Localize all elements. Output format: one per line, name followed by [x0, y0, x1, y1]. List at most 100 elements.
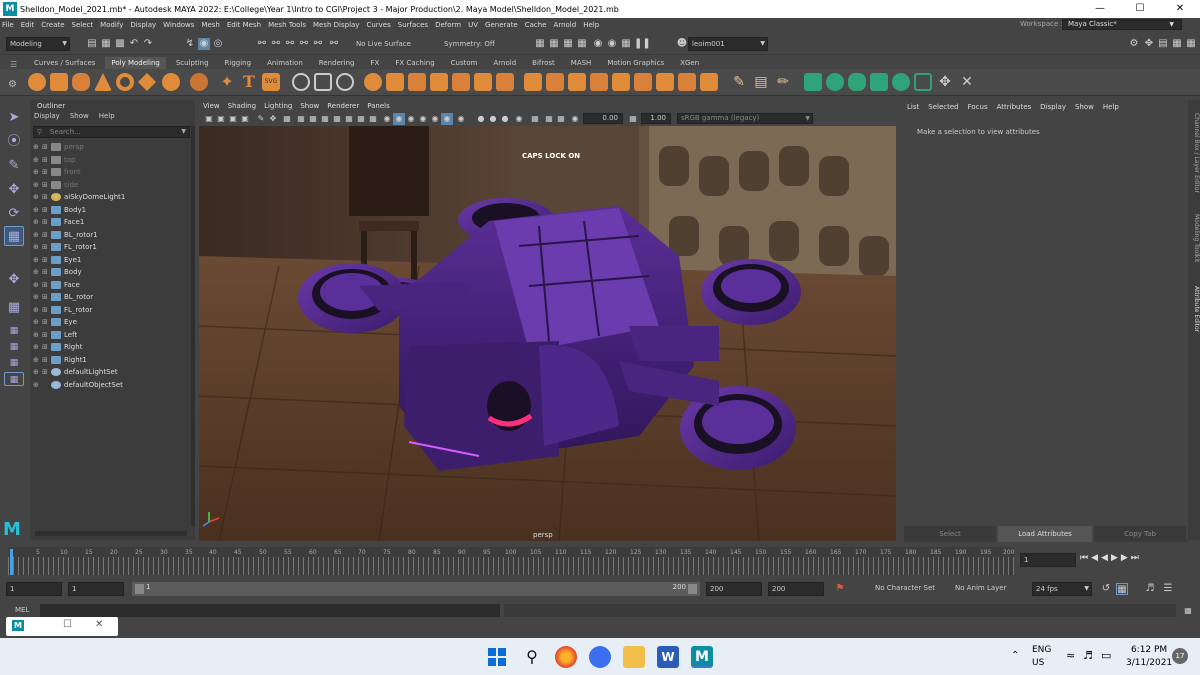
fps-select[interactable]: 24 fps ▼ [1032, 582, 1092, 596]
shelf-tab-mash[interactable]: MASH [565, 57, 598, 69]
shelf-tab-fx[interactable]: FX [365, 57, 386, 69]
tab-channel-box[interactable]: Channel Box / Layer Editor [1188, 108, 1200, 198]
expand-icon[interactable]: ⊕ [33, 343, 42, 351]
outliner-item[interactable]: ⊕ ⊞ Body1 [30, 204, 195, 217]
gate-mask-icon[interactable]: ▦ [319, 113, 331, 125]
merge-icon[interactable] [524, 73, 542, 91]
expand-icon[interactable]: ⊕ [33, 318, 42, 326]
minimized-window[interactable]: M ☐ ✕ [6, 617, 118, 636]
render-settings-icon[interactable]: ▦ [576, 38, 588, 50]
outliner-item[interactable]: ⊕ ⊞ front [30, 166, 195, 179]
expand-icon[interactable]: ⊕ [33, 381, 42, 389]
chamfer-icon[interactable] [634, 73, 652, 91]
exposure-icon[interactable]: ▦ [529, 113, 541, 125]
word-icon[interactable]: W [657, 646, 679, 668]
auto-key-icon[interactable]: ⚑ [834, 583, 846, 595]
camera-icon[interactable]: ▣ [203, 113, 215, 125]
expand-icon[interactable]: ⊕ [33, 368, 42, 376]
platonic-solid-icon[interactable] [190, 73, 208, 91]
step-back-key-icon[interactable]: ◀ [1091, 553, 1101, 563]
step-forward-key-icon[interactable]: ▶ [1121, 553, 1131, 563]
use-all-lights-icon[interactable]: ◉ [405, 113, 417, 125]
settings-icon[interactable]: ⚙ [1128, 38, 1140, 50]
poly-sphere-icon[interactable] [28, 73, 46, 91]
outliner-item[interactable]: ⊕ ⊞ FL_rotor [30, 304, 195, 317]
attr-menu-display[interactable]: Display [1040, 100, 1066, 114]
shelf-tab-poly-modeling[interactable]: Poly Modeling [105, 57, 166, 69]
viewport-menu-panels[interactable]: Panels [367, 100, 390, 112]
wireframe-icon[interactable]: ▦ [367, 113, 379, 125]
attr-menu-show[interactable]: Show [1075, 100, 1094, 114]
expand-icon[interactable]: ⊞ [42, 168, 51, 176]
menu-arnold[interactable]: Arnold [554, 21, 577, 29]
gamma-field[interactable]: 1.00 [641, 113, 671, 124]
fill-hole-icon[interactable] [496, 73, 514, 91]
play-forward-icon[interactable]: ▶ [1111, 553, 1121, 563]
poly-type-icon[interactable]: T [240, 73, 258, 91]
shadows-icon[interactable]: ◉ [417, 113, 429, 125]
file-explorer-icon[interactable] [623, 646, 645, 668]
undo-icon[interactable]: ↶ [128, 38, 140, 50]
snap-surface-icon[interactable]: ⚯ [328, 38, 340, 50]
menu-generate[interactable]: Generate [485, 21, 518, 29]
shelf-tab-fx-caching[interactable]: FX Caching [389, 57, 440, 69]
shelf-tab-xgen[interactable]: XGen [674, 57, 705, 69]
persp-outliner-layout-icon[interactable]: ▦ [4, 356, 24, 370]
attr-menu-help[interactable]: Help [1103, 100, 1119, 114]
circularize-icon[interactable] [568, 73, 586, 91]
film-gate-icon[interactable]: ▦ [295, 113, 307, 125]
go-to-end-icon[interactable]: ⏭ [1131, 553, 1142, 563]
expand-icon[interactable]: ⊕ [33, 306, 42, 314]
grease-pencil-icon[interactable]: ✎ [255, 113, 267, 125]
outliner-scrollbar[interactable] [191, 126, 195, 526]
volume-icon[interactable]: ♬ [1083, 649, 1093, 662]
expand-icon[interactable]: ⊞ [42, 143, 51, 151]
snap-view-plane-icon[interactable]: ⚯ [298, 38, 310, 50]
time-slider[interactable]: 5 10 15 20 25 30 35 40 45 50 55 60 65 70… [0, 547, 1200, 576]
expand-icon[interactable]: ⊕ [33, 218, 42, 226]
range-start-handle[interactable] [135, 584, 144, 594]
expand-icon[interactable]: ⊕ [33, 156, 42, 164]
hypershade-icon[interactable]: ◉ [592, 38, 604, 50]
menu-curves[interactable]: Curves [366, 21, 390, 29]
camera-attributes-icon[interactable]: ▣ [215, 113, 227, 125]
script-editor-icon[interactable]: ▦ [1182, 605, 1194, 617]
expand-icon[interactable]: ⊞ [42, 343, 51, 351]
uv-spherical-icon[interactable] [848, 73, 866, 91]
outliner-item[interactable]: ⊕ ⊞ Face [30, 279, 195, 292]
snap-live-icon[interactable]: ⚯ [312, 38, 324, 50]
textured-icon[interactable]: ◉ [393, 113, 405, 125]
user-account-select[interactable]: leoim001 ▼ [688, 37, 768, 51]
expand-icon[interactable]: ⊞ [42, 243, 51, 251]
outliner-item[interactable]: ⊕ ⊞ Right1 [30, 354, 195, 367]
expand-icon[interactable]: ⊞ [42, 356, 51, 364]
outliner-h-scrollbar[interactable] [35, 531, 187, 536]
playback-start-field[interactable]: 1 [68, 582, 124, 596]
cache-playback-icon[interactable]: ▦ [1116, 583, 1128, 595]
triangulate-icon[interactable] [590, 73, 608, 91]
tab-attribute-editor[interactable]: Attribute Editor [1188, 282, 1200, 337]
shelf-tab-custom[interactable]: Custom [445, 57, 484, 69]
uv-planar-icon[interactable] [804, 73, 822, 91]
menu-uv[interactable]: UV [468, 21, 478, 29]
shelf-options-icon[interactable]: ⚙ [8, 79, 17, 90]
render-view-icon[interactable]: ▦ [620, 38, 632, 50]
outliner-search-input[interactable]: ⚲ Search... ▼ [33, 126, 190, 138]
redo-icon[interactable]: ↷ [142, 38, 154, 50]
menu-edit-mesh[interactable]: Edit Mesh [227, 21, 261, 29]
expand-icon[interactable]: ⊕ [33, 231, 42, 239]
layout-icon[interactable]: ✥ [1143, 38, 1155, 50]
grid-icon[interactable]: ▦ [281, 113, 293, 125]
outliner-item[interactable]: ⊕ ⊞ persp [30, 141, 195, 154]
quadrangulate-icon[interactable] [612, 73, 630, 91]
outliner-item[interactable]: ⊕ ⊞ Right [30, 341, 195, 354]
multi-cut-icon[interactable]: ✎ [730, 73, 748, 91]
search-icon[interactable]: ⚲ [521, 646, 543, 668]
shelf-tab-motion-graphics[interactable]: Motion Graphics [601, 57, 670, 69]
outliner-menu-help[interactable]: Help [99, 112, 115, 123]
viewport-menu-shading[interactable]: Shading [228, 100, 256, 112]
collapse-icon[interactable] [546, 73, 564, 91]
select-component-icon[interactable]: ◎ [212, 38, 224, 50]
shelf-tab-arnold[interactable]: Arnold [488, 57, 523, 69]
expand-icon[interactable]: ⊞ [42, 293, 51, 301]
